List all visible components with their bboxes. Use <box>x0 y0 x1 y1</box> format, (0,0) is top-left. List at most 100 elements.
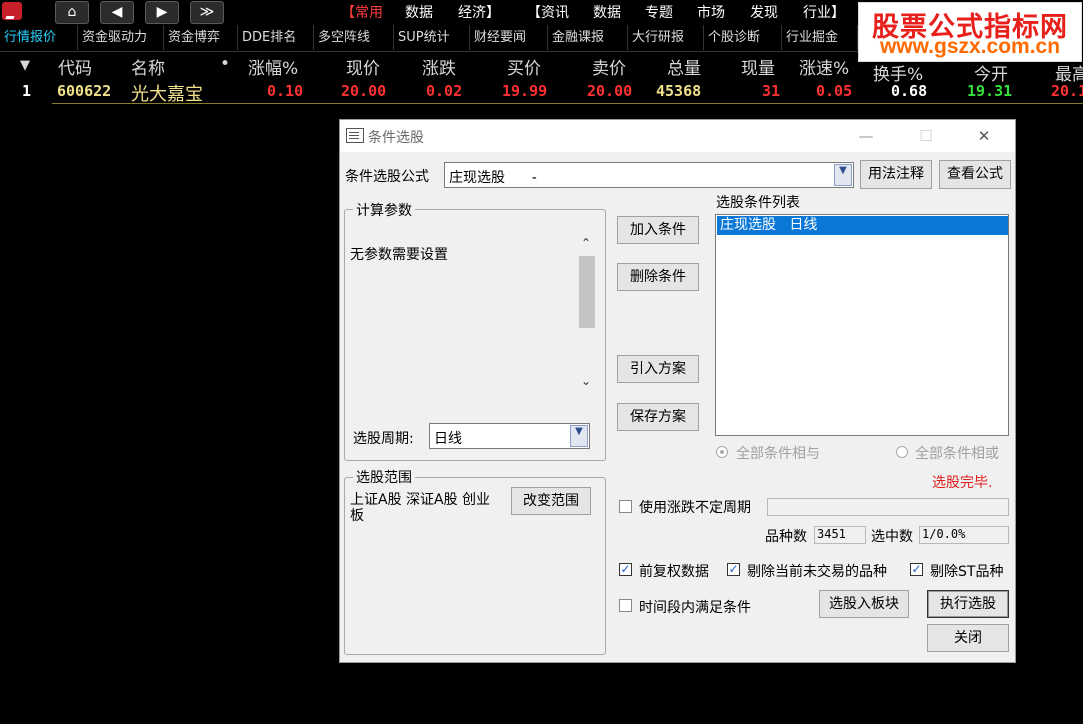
tab-stock-diagnosis[interactable]: 个股诊断 <box>704 25 782 50</box>
menu-industry[interactable]: 行业】 <box>803 2 845 22</box>
col-change-pct[interactable]: 涨幅% <box>248 54 298 79</box>
scroll-up-icon[interactable]: ⌃ <box>581 236 591 250</box>
col-price[interactable]: 现价 <box>346 54 380 79</box>
row-cur-vol: 31 <box>762 82 781 100</box>
radio-all-or[interactable] <box>896 446 908 458</box>
status-text: 选股完毕. <box>932 475 993 491</box>
tab-fund-game[interactable]: 资金博弈 <box>164 25 238 50</box>
close-window-button[interactable]: ✕ <box>970 125 998 147</box>
radio-all-and[interactable] <box>716 446 728 458</box>
tab-finance-report[interactable]: 金融课报 <box>548 25 628 50</box>
tab-dde-rank[interactable]: DDE排名 <box>238 25 314 50</box>
tab-sup-stats[interactable]: SUP统计 <box>394 25 470 50</box>
row-speed: 0.05 <box>816 82 853 100</box>
save-plan-button[interactable]: 保存方案 <box>617 403 699 431</box>
view-formula-button[interactable]: 查看公式 <box>939 160 1011 189</box>
period-select-value: 日线 <box>434 431 462 447</box>
period-select[interactable]: 日线 ▼ <box>429 423 590 449</box>
col-ask[interactable]: 卖价 <box>592 54 626 79</box>
chevron-down-icon[interactable]: ▼ <box>570 425 588 447</box>
selected-field: 1/0.0% <box>919 526 1009 544</box>
condition-listbox[interactable]: 庄现选股 日线 <box>715 214 1009 436</box>
row-change: 0.02 <box>426 82 463 100</box>
condition-list-item[interactable]: 庄现选股 日线 <box>717 216 1008 235</box>
tab-research[interactable]: 大行研报 <box>628 25 704 50</box>
time-period-label: 时间段内满足条件 <box>639 600 751 616</box>
home-button[interactable]: ⌂ <box>55 1 89 24</box>
use-period-label: 使用涨跌不定周期 <box>639 500 751 516</box>
watermark-banner: 股票公式指标网 www.gszx.com.cn <box>858 2 1082 62</box>
col-cur-vol[interactable]: 现量 <box>741 54 775 79</box>
formula-select[interactable]: 庄现选股 - ▼ <box>444 162 854 188</box>
row-ask: 20.00 <box>587 82 633 100</box>
tab-fund-drive[interactable]: 资金驱动力 <box>78 25 164 50</box>
more-button[interactable]: ≫ <box>190 1 224 24</box>
params-text: 无参数需要设置 <box>350 247 448 263</box>
watermark-url: www.gszx.com.cn <box>879 35 1061 58</box>
col-volume[interactable]: 总量 <box>667 54 701 79</box>
dialog-titlebar[interactable]: 条件选股 — ☐ ✕ <box>340 120 1015 152</box>
params-group-title: 计算参数 <box>353 200 415 220</box>
formula-select-value: 庄现选股 - <box>449 170 537 186</box>
menu-news[interactable]: 【资讯 <box>527 2 569 22</box>
chevron-down-icon[interactable]: ▼ <box>834 164 852 186</box>
menu-market[interactable]: 市场 <box>697 2 725 22</box>
dialog-window-icon <box>346 128 364 143</box>
exclude-untraded-label: 剔除当前未交易的品种 <box>747 564 887 580</box>
close-button[interactable]: 关闭 <box>927 624 1009 652</box>
row-bid: 19.99 <box>502 82 548 100</box>
col-speed[interactable]: 涨速% <box>799 54 849 79</box>
params-scrollbar[interactable]: ⌃ ⌄ <box>577 236 597 390</box>
row-high: 20.1 <box>1051 82 1083 100</box>
row-change-pct: 0.10 <box>267 82 304 100</box>
row-index: 1 <box>22 82 32 100</box>
scroll-thumb[interactable] <box>579 256 595 328</box>
tab-quotes[interactable]: 行情报价 <box>0 25 78 50</box>
maximize-button[interactable]: ☐ <box>912 125 940 147</box>
tab-long-short[interactable]: 多空阵线 <box>314 25 394 50</box>
col-bid[interactable]: 买价 <box>507 54 541 79</box>
period-label: 选股周期: <box>353 431 414 447</box>
condition-selection-dialog: 条件选股 — ☐ ✕ 条件选股公式 庄现选股 - ▼ 用法注释 查看公式 计算参… <box>339 119 1016 663</box>
prior-rights-label: 前复权数据 <box>639 564 709 580</box>
exclude-st-label: 剔除ST品种 <box>930 564 1004 580</box>
execute-selection-button[interactable]: 执行选股 <box>927 590 1009 618</box>
change-range-button[interactable]: 改变范围 <box>511 487 591 515</box>
usage-notes-button[interactable]: 用法注释 <box>860 160 932 189</box>
menu-news-data[interactable]: 数据 <box>593 2 621 22</box>
back-button[interactable]: ◀ <box>100 1 134 24</box>
use-period-checkbox[interactable] <box>619 500 632 513</box>
period-input[interactable] <box>767 498 1009 516</box>
tab-finance-news[interactable]: 财经要闻 <box>470 25 548 50</box>
prior-rights-checkbox[interactable]: ✓ <box>619 563 632 576</box>
exclude-untraded-checkbox[interactable]: ✓ <box>727 563 740 576</box>
menu-topics[interactable]: 专题 <box>645 2 673 22</box>
scroll-down-icon[interactable]: ⌄ <box>581 374 591 388</box>
forward-button[interactable]: ▶ <box>145 1 179 24</box>
time-period-checkbox[interactable] <box>619 599 632 612</box>
row-price: 20.00 <box>341 82 387 100</box>
row-code[interactable]: 600622 <box>57 82 111 100</box>
col-code[interactable]: 代码 <box>58 54 92 79</box>
sort-indicator[interactable]: ▼ <box>20 58 30 73</box>
dialog-title: 条件选股 <box>368 130 424 146</box>
app-logo-icon[interactable] <box>2 2 22 20</box>
delete-condition-button[interactable]: 删除条件 <box>617 263 699 291</box>
menu-data[interactable]: 数据 <box>405 2 433 22</box>
tab-industry-mining[interactable]: 行业掘金 <box>782 25 858 50</box>
col-name[interactable]: 名称 <box>131 54 165 79</box>
count-label: 品种数 <box>765 529 807 545</box>
range-group-title: 选股范围 <box>353 467 415 487</box>
col-change[interactable]: 涨跌 <box>422 54 456 79</box>
range-text: 上证A股 深证A股 创业板 <box>350 492 491 524</box>
minimize-button[interactable]: — <box>852 125 880 147</box>
menu-economy[interactable]: 经济】 <box>458 2 500 22</box>
menu-common[interactable]: 【常用 <box>341 2 383 22</box>
add-to-block-button[interactable]: 选股入板块 <box>819 590 909 618</box>
selected-label: 选中数 <box>871 529 913 545</box>
import-plan-button[interactable]: 引入方案 <box>617 355 699 383</box>
row-open: 19.31 <box>967 82 1013 100</box>
exclude-st-checkbox[interactable]: ✓ <box>910 563 923 576</box>
menu-discover[interactable]: 发现 <box>750 2 778 22</box>
add-condition-button[interactable]: 加入条件 <box>617 216 699 244</box>
